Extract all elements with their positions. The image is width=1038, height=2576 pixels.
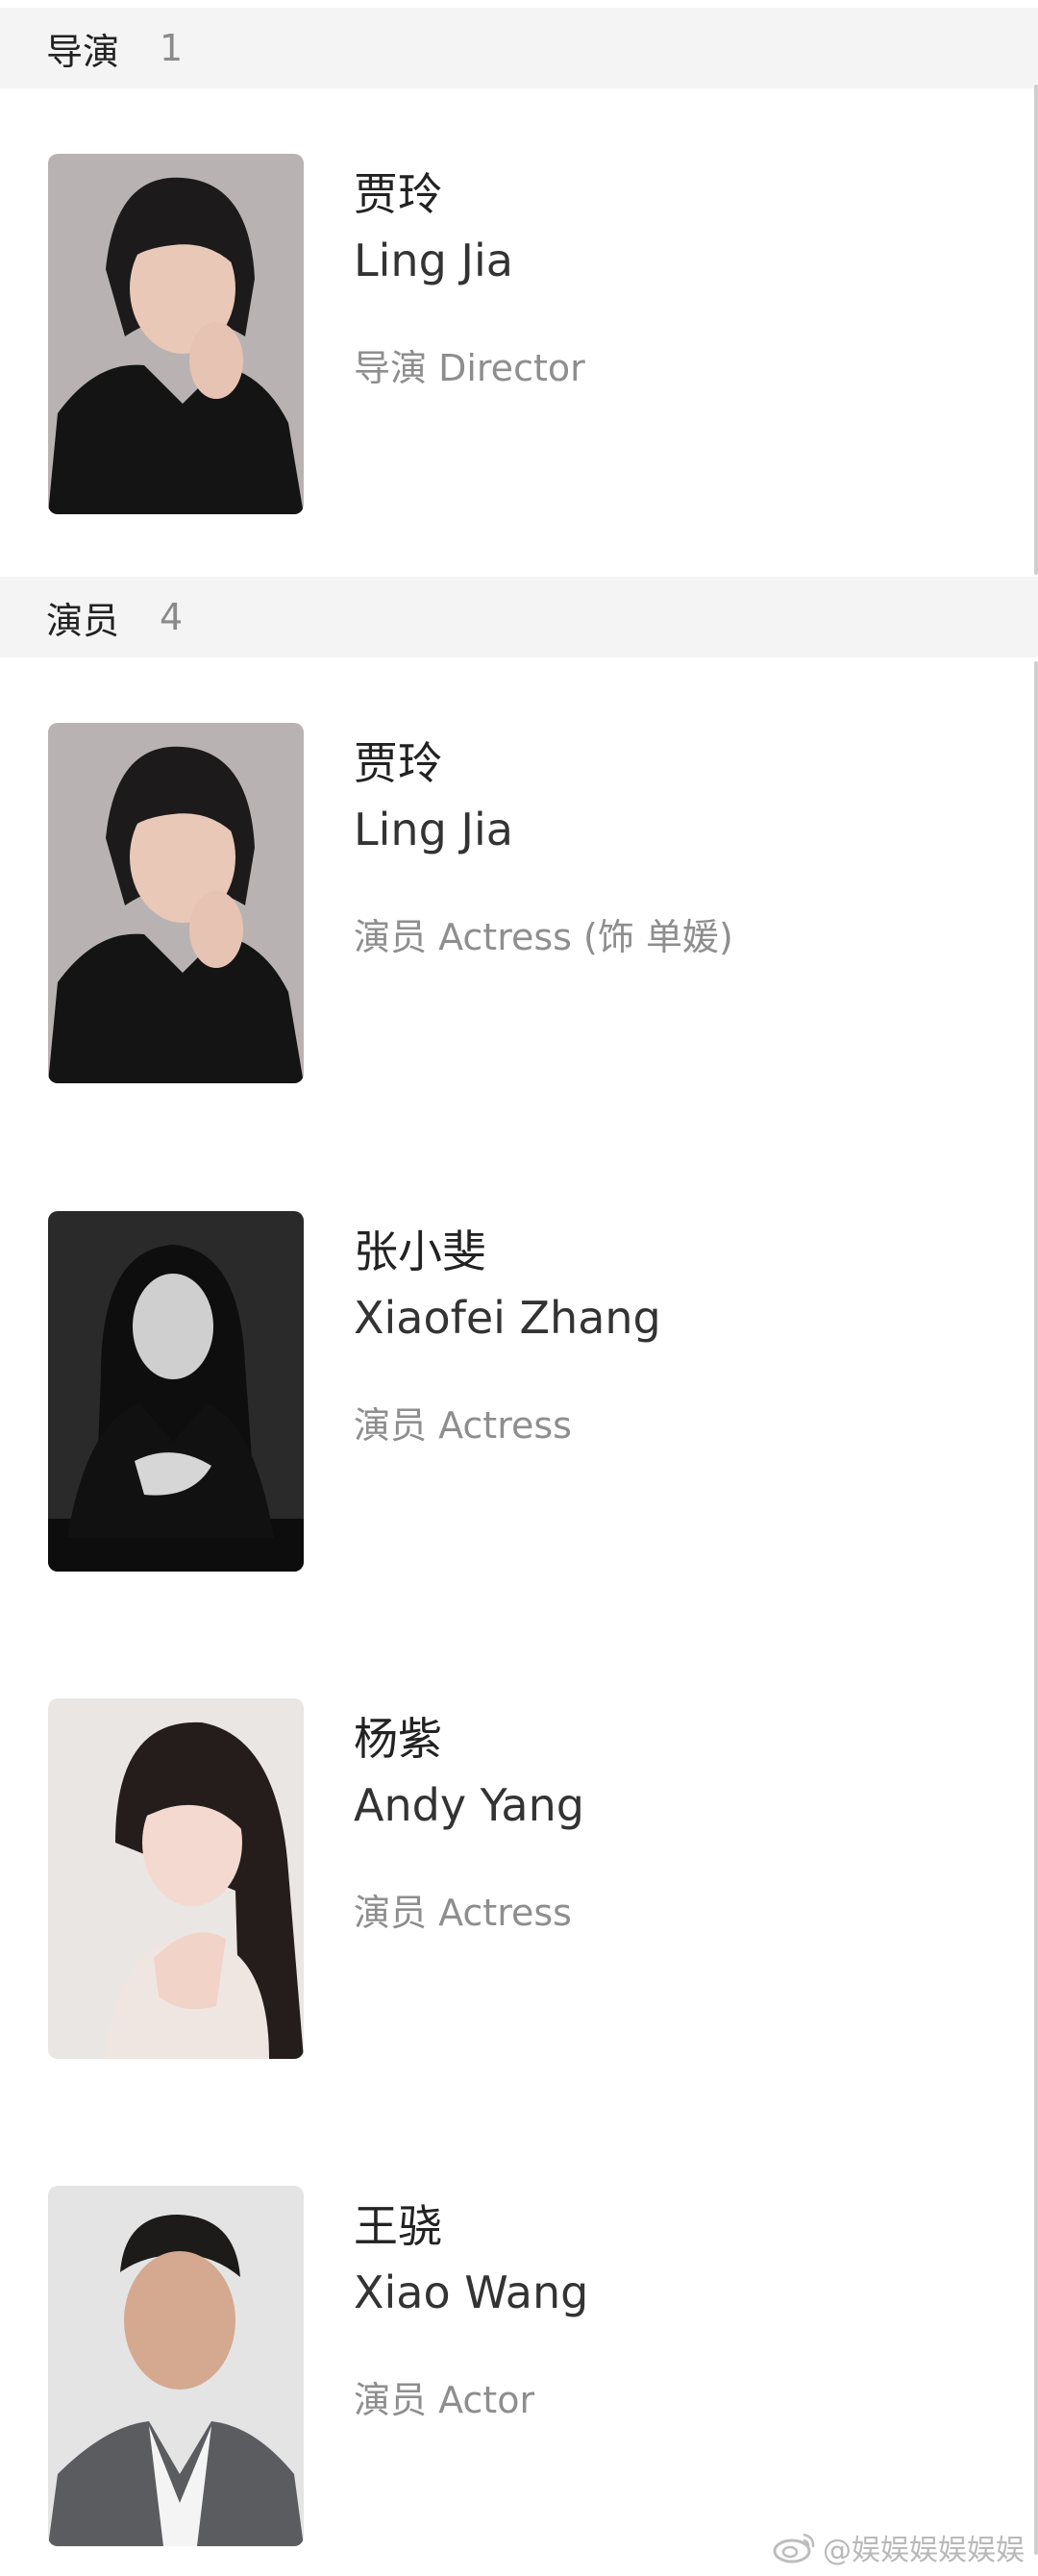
person-name-chinese: 贾玲 [354,168,442,220]
headshot-photo [48,723,304,1083]
person-card[interactable]: 贾玲 Ling Jia 导演 Director [0,154,1038,514]
section-title: 演员 [46,599,120,642]
person-card[interactable]: 贾玲 Ling Jia 演员 Actress (饰 单媛) [0,723,1038,1083]
headshot-photo [48,1698,304,2059]
person-name-english: Xiaofei Zhang [354,1292,661,1344]
person-role: 演员 Actress [354,1892,572,1934]
person-name-english: Xiao Wang [354,2266,589,2318]
person-card[interactable]: 张小斐 Xiaofei Zhang 演员 Actress [0,1211,1038,1572]
headshot-photo [48,2186,304,2546]
person-role: 演员 Actor [354,2379,535,2421]
scrollbar-thumb[interactable] [1034,661,1038,2555]
person-name-english: Ling Jia [354,804,513,855]
person-name-chinese: 张小斐 [354,1226,486,1277]
person-role: 演员 Actress [354,1404,572,1447]
person-role: 演员 Actress (饰 单媛) [354,916,733,958]
weibo-watermark: @娱娱娱娱娱娱 [773,2526,1025,2568]
person-card[interactable]: 杨紫 Andy Yang 演员 Actress [0,1698,1038,2059]
person-role: 导演 Director [354,347,585,389]
person-name-chinese: 杨紫 [354,1713,442,1765]
person-name-english: Ling Jia [354,235,513,286]
scrollbar-thumb-top[interactable] [1034,85,1038,575]
person-name-chinese: 贾玲 [354,737,442,789]
cast-section-header: 演员 4 [0,577,1038,657]
section-count: 4 [160,596,184,638]
headshot-photo [48,154,304,514]
person-name-chinese: 王骁 [354,2200,442,2252]
watermark-text: @娱娱娱娱娱娱 [823,2534,1025,2567]
person-card[interactable]: 王骁 Xiao Wang 演员 Actor [0,2186,1038,2546]
section-title: 导演 [46,30,120,73]
weibo-icon [773,2533,815,2564]
directors-section-header: 导演 1 [0,8,1038,88]
section-count: 1 [160,27,184,69]
person-name-english: Andy Yang [354,1779,584,1831]
headshot-photo [48,1211,304,1572]
